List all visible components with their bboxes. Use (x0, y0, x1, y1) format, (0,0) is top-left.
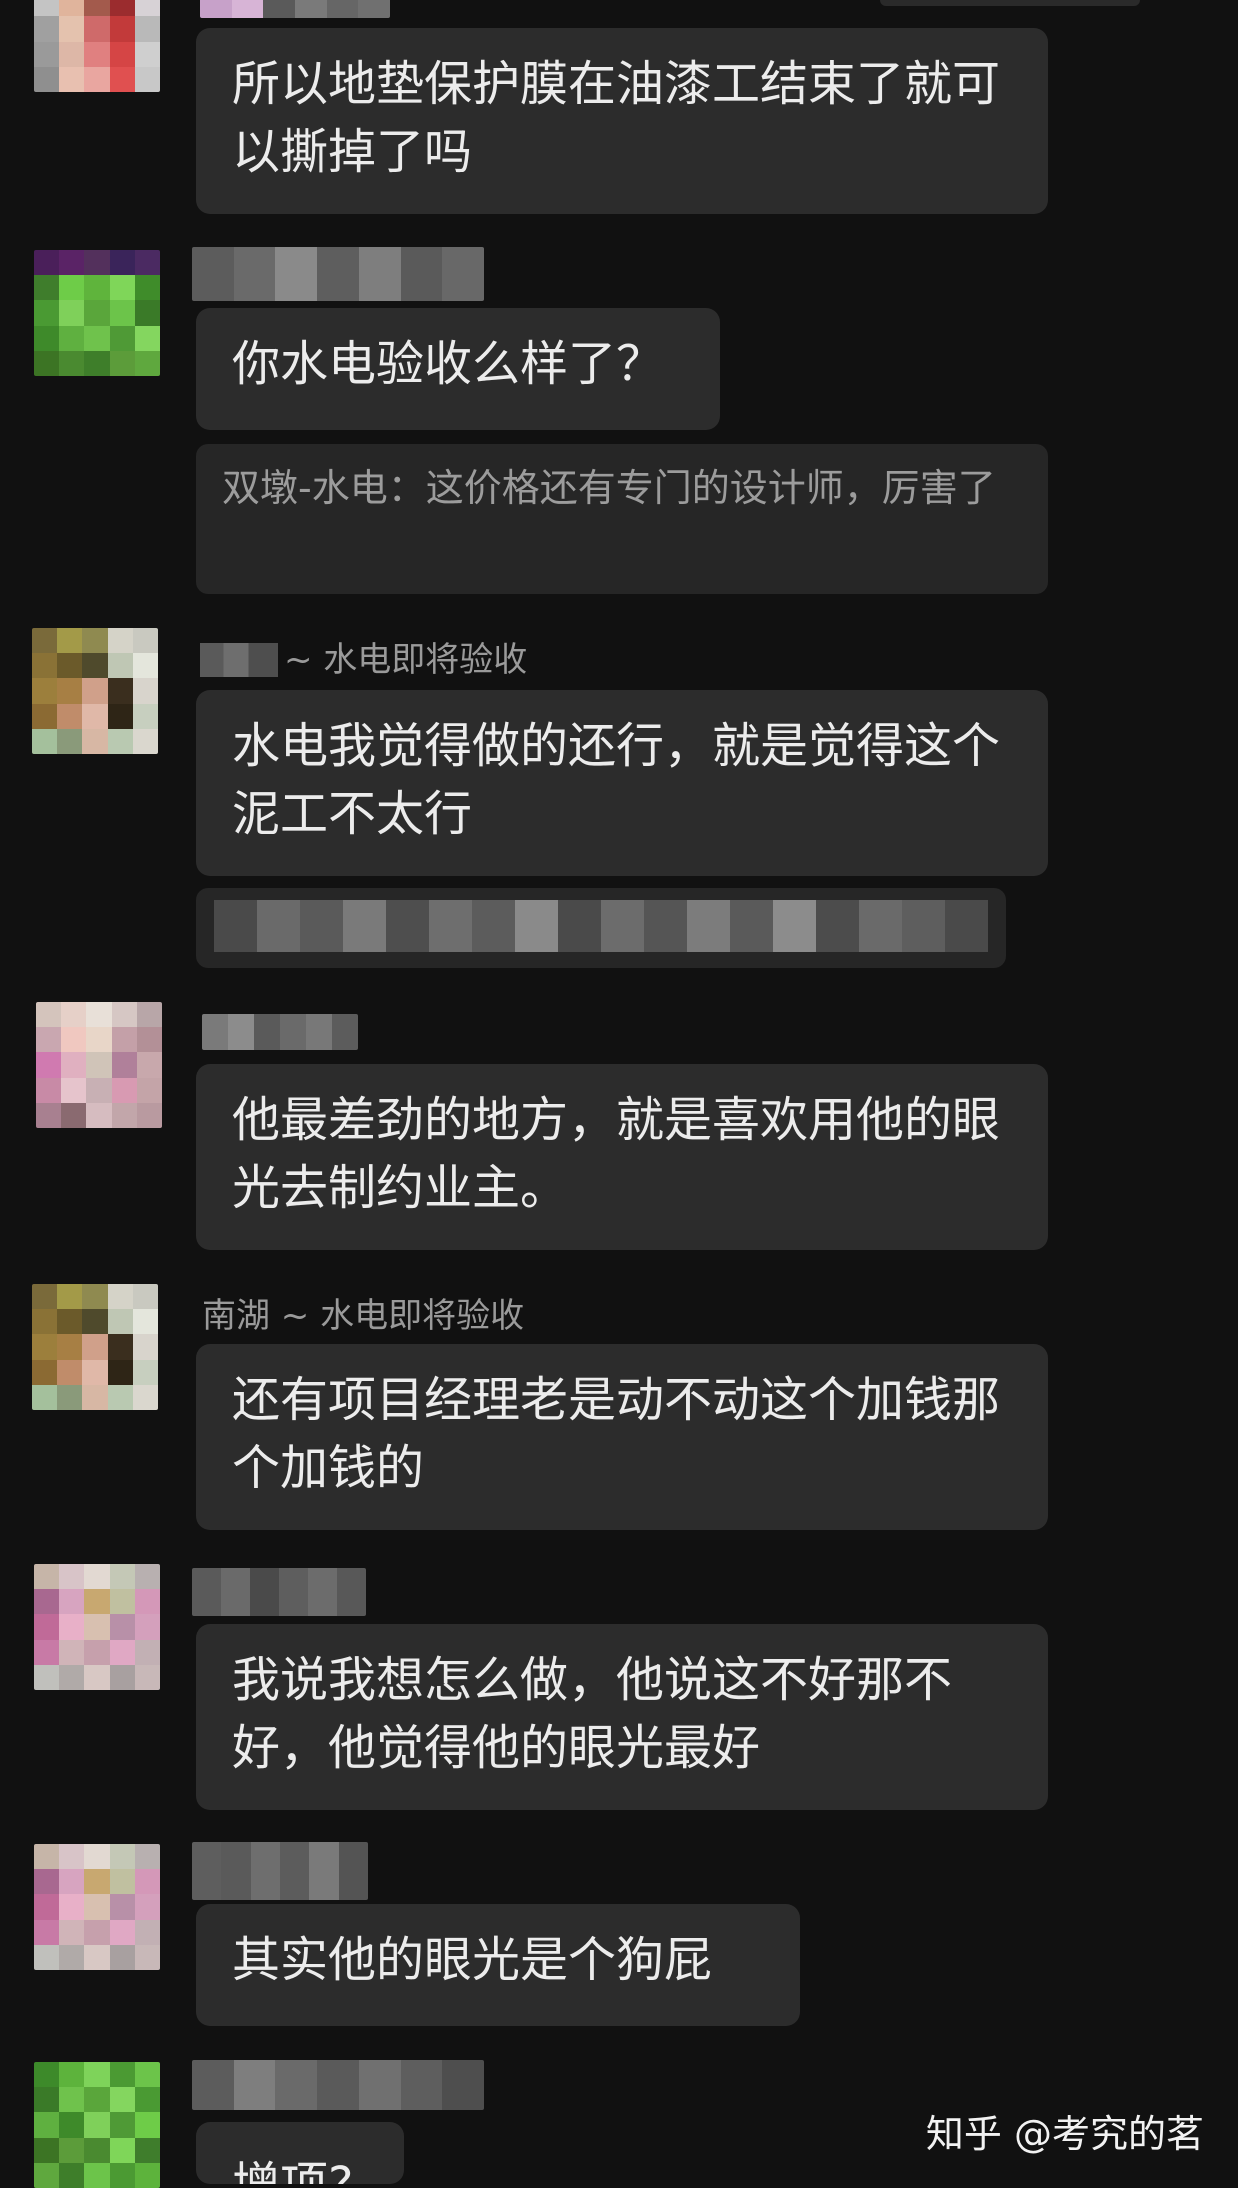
name-pixelated-icon (200, 643, 278, 677)
message-bubble[interactable]: 我说我想怎么做，他说这不好那不好，他觉得他的眼光最好 (196, 1624, 1048, 1810)
quoted-text-pixelated (214, 900, 988, 952)
message-bubble[interactable]: 他最差劲的地方，就是喜欢用他的眼光去制约业主。 (196, 1064, 1048, 1250)
sender-name-pixelated (192, 247, 484, 301)
sender-name-pixelated (192, 1568, 366, 1616)
sender-name-pixelated (192, 1842, 368, 1900)
message-text: 其实他的眼光是个狗屁 (232, 1932, 713, 1988)
avatar[interactable] (34, 1564, 160, 1690)
sender-name: ~ 水电即将验收 (200, 640, 527, 680)
quoted-message[interactable]: 双墩-水电：这价格还有专门的设计师，厉害了 (196, 444, 1048, 594)
previous-message-edge (880, 0, 1140, 6)
message-text: 还有项目经理老是动不动这个加钱那个加钱的 (232, 1372, 1001, 1496)
avatar[interactable] (34, 250, 160, 376)
sender-name-pixelated (202, 1014, 358, 1050)
avatar[interactable] (36, 1002, 162, 1128)
sender-name-suffix: ~ 水电即将验收 (284, 640, 528, 680)
message-bubble[interactable]: 增项? (196, 2122, 404, 2184)
quoted-message-text: 双墩-水电：这价格还有专门的设计师，厉害了 (222, 466, 996, 510)
avatar[interactable] (32, 628, 158, 754)
avatar[interactable] (34, 0, 160, 92)
message-text: 你水电验收么样了？ (232, 336, 665, 392)
message-text: 所以地垫保护膜在油漆工结束了就可以撕掉了吗 (232, 56, 1001, 180)
zhihu-watermark: 知乎 @考究的茗 (925, 2112, 1204, 2156)
avatar[interactable] (34, 1844, 160, 1970)
message-bubble[interactable]: 水电我觉得做的还行，就是觉得这个泥工不太行 (196, 690, 1048, 876)
sender-name: 南湖 ~ 水电即将验收 (202, 1296, 525, 1336)
message-bubble[interactable]: 你水电验收么样了？ (196, 308, 720, 430)
message-bubble[interactable]: 还有项目经理老是动不动这个加钱那个加钱的 (196, 1344, 1048, 1530)
message-bubble[interactable]: 其实他的眼光是个狗屁 (196, 1904, 800, 2026)
sender-name-pixelated (192, 2060, 484, 2110)
quoted-message-pixelated[interactable] (196, 888, 1006, 968)
message-text: 水电我觉得做的还行，就是觉得这个泥工不太行 (232, 718, 1001, 842)
message-text: 增项? (232, 2157, 353, 2184)
message-bubble[interactable]: 所以地垫保护膜在油漆工结束了就可以撕掉了吗 (196, 28, 1048, 214)
avatar[interactable] (32, 1284, 158, 1410)
message-text: 我说我想怎么做，他说这不好那不好，他觉得他的眼光最好 (232, 1652, 953, 1776)
message-text: 他最差劲的地方，就是喜欢用他的眼光去制约业主。 (232, 1092, 1001, 1216)
avatar[interactable] (34, 2062, 160, 2188)
sender-name-pixelated (200, 0, 390, 18)
